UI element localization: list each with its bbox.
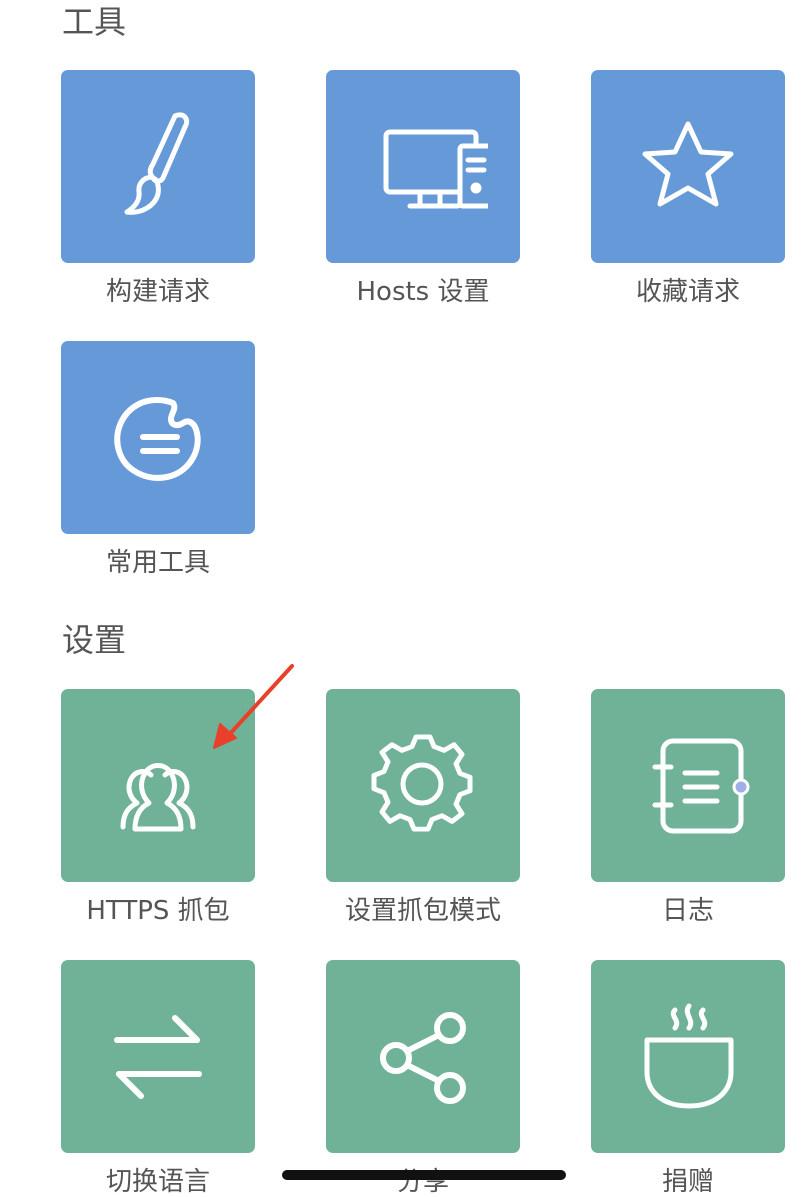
- tile-favorite-requests[interactable]: [591, 70, 785, 263]
- tile-label-https-capture: HTTPS 抓包: [86, 896, 230, 926]
- toolbox-bubble-icon: [93, 373, 223, 503]
- tile-switch-language[interactable]: [61, 960, 255, 1153]
- tile-label-logs: 日志: [661, 896, 714, 926]
- tile-label-hosts-settings: Hosts 设置: [356, 277, 490, 307]
- tile-label-common-tools: 常用工具: [105, 548, 210, 578]
- star-icon: [623, 102, 753, 232]
- section-title-settings: 设置: [62, 621, 127, 659]
- tile-build-request[interactable]: [61, 70, 255, 263]
- brush-icon: [93, 102, 223, 232]
- tile-https-capture[interactable]: [61, 689, 255, 882]
- computer-icon: [358, 102, 488, 232]
- tile-share[interactable]: [326, 960, 520, 1153]
- tile-label-capture-mode: 设置抓包模式: [344, 896, 501, 926]
- section-title-tools: 工具: [62, 3, 127, 41]
- tile-hosts-settings[interactable]: [326, 70, 520, 263]
- share-icon: [358, 992, 488, 1122]
- tile-label-donate: 捐赠: [661, 1167, 714, 1197]
- tile-donate[interactable]: [591, 960, 785, 1153]
- users-icon: [93, 721, 223, 851]
- tile-label-switch-language: 切换语言: [105, 1167, 210, 1197]
- notebook-icon: [623, 721, 753, 851]
- gear-icon: [358, 721, 488, 851]
- swap-arrows-icon: [93, 992, 223, 1122]
- tile-logs[interactable]: [591, 689, 785, 882]
- tile-label-build-request: 构建请求: [105, 277, 210, 307]
- home-indicator: [282, 1170, 566, 1180]
- coffee-cup-icon: [623, 992, 753, 1122]
- tile-capture-mode[interactable]: [326, 689, 520, 882]
- tile-label-favorite-requests: 收藏请求: [635, 277, 740, 307]
- tile-common-tools[interactable]: [61, 341, 255, 534]
